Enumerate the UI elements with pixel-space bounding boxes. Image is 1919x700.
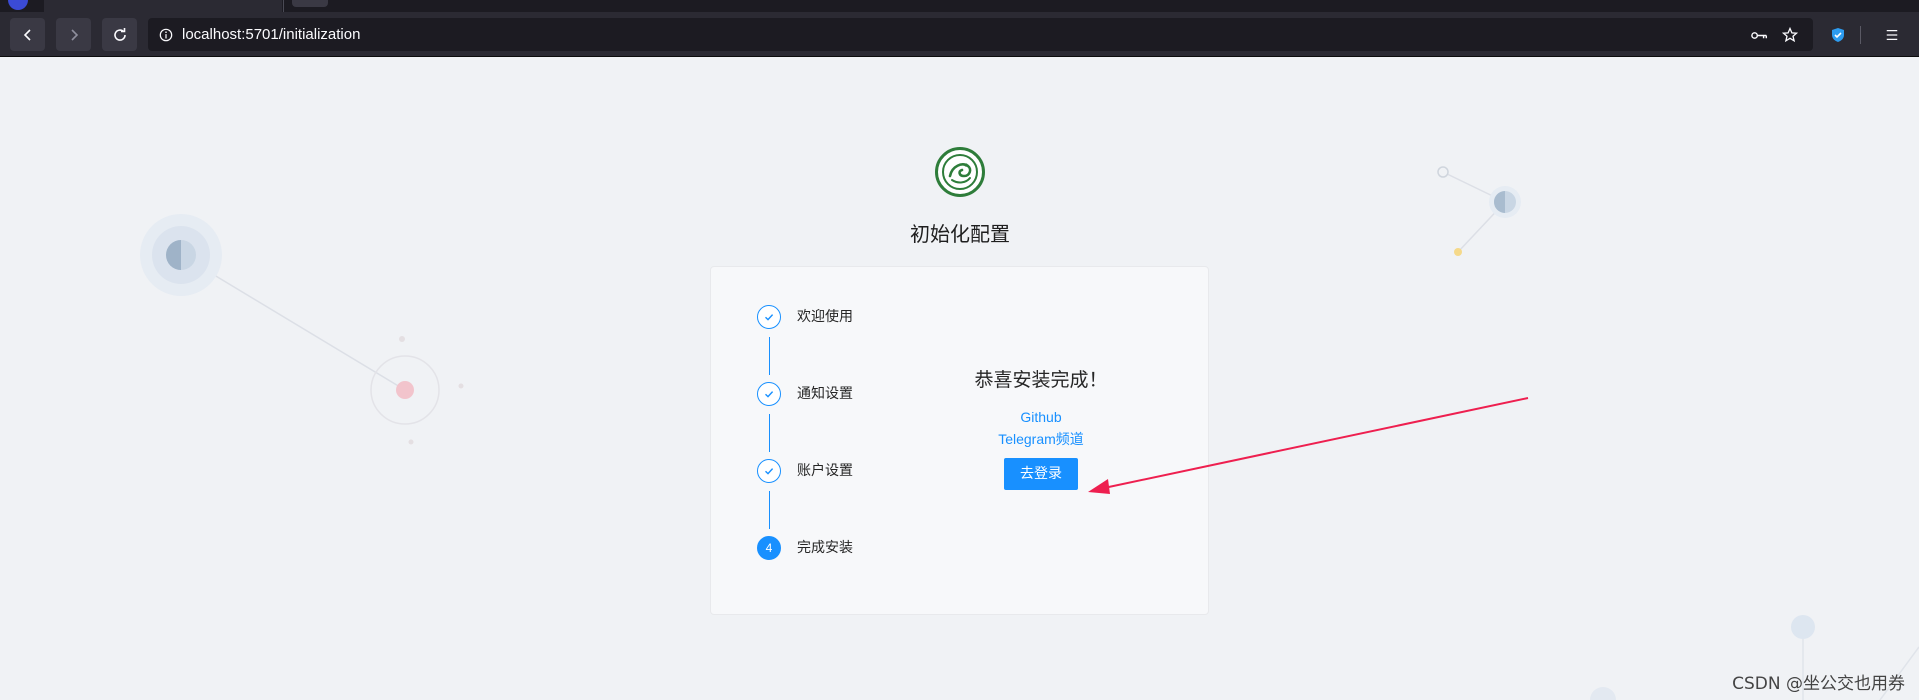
annotation-arrow [1088, 397, 1529, 494]
watermark: CSDN @坐公交也用券 [1732, 674, 1905, 694]
